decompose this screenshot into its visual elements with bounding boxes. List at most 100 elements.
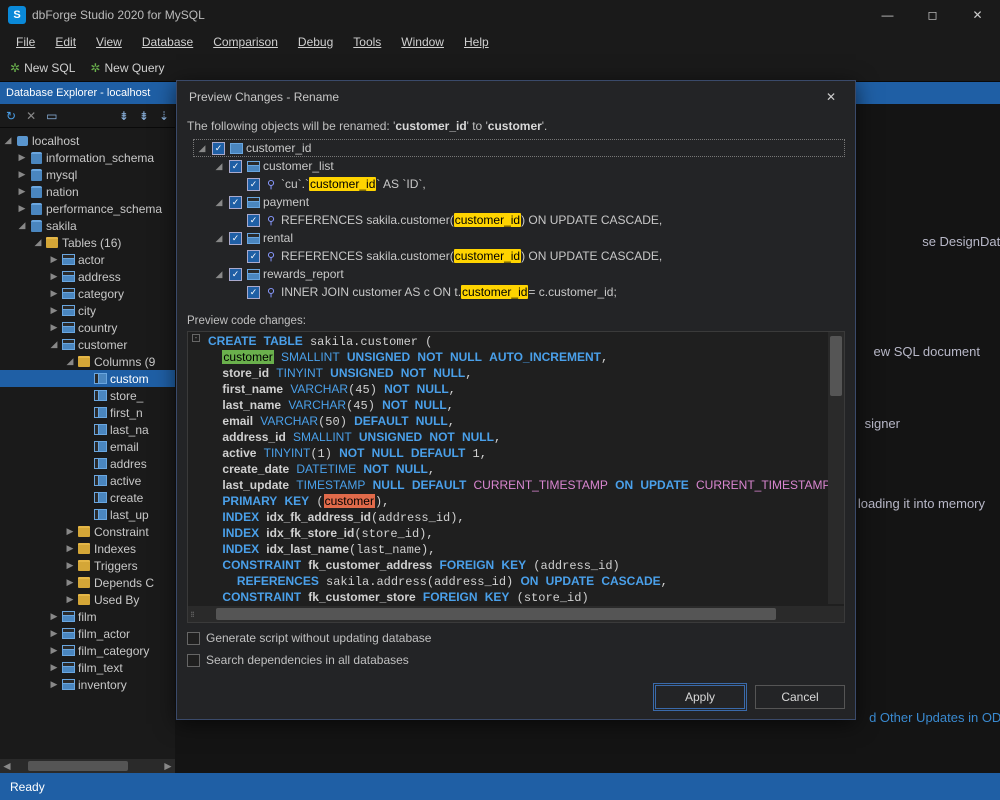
database-node[interactable]: ▶performance_schema [0,200,175,217]
filter-icon[interactable]: ⇟ [117,107,131,125]
checkbox[interactable] [212,142,225,155]
cancel-button[interactable]: Cancel [755,685,845,709]
explorer-scrollbar[interactable]: ◄► [0,759,175,773]
column-node[interactable]: store_ [0,387,175,404]
code-scrollbar-v[interactable] [828,332,844,604]
column-node[interactable]: addres [0,455,175,472]
checkbox[interactable] [247,286,260,299]
new-query-button[interactable]: ✲New Query [84,59,170,77]
checkbox[interactable] [229,196,242,209]
folder-node[interactable]: ▶Depends C [0,574,175,591]
affected-objects-tree[interactable]: ◢customer_id ◢customer_list `cu`.`custom… [187,137,845,307]
column-node[interactable]: custom [0,370,175,387]
new-sql-button[interactable]: ✲New SQL [4,59,81,77]
close-button[interactable]: ✕ [955,0,1000,30]
database-node[interactable]: ◢sakila [0,217,175,234]
column-node[interactable]: first_n [0,404,175,421]
columns-folder[interactable]: ◢Columns (9 [0,353,175,370]
server-node[interactable]: ◢localhost [0,132,175,149]
new-query-icon: ✲ [90,61,100,75]
menubar: File Edit View Database Comparison Debug… [0,30,1000,54]
status-bar: Ready [0,773,1000,800]
minimize-button[interactable]: — [865,0,910,30]
maximize-button[interactable]: ◻ [910,0,955,30]
column-node[interactable]: last_na [0,421,175,438]
bg-link[interactable]: d Other Updates in ODB [869,710,1000,725]
column-node[interactable]: last_up [0,506,175,523]
dialog-close-button[interactable]: ✕ [819,85,843,109]
object-item[interactable]: ◢payment [213,193,845,211]
menu-database[interactable]: Database [132,32,203,52]
table-icon [246,231,260,245]
table-node[interactable]: ▶film [0,608,175,625]
table-node[interactable]: ▶actor [0,251,175,268]
object-root[interactable]: ◢customer_id [193,139,845,157]
menu-debug[interactable]: Debug [288,32,343,52]
table-node[interactable]: ▶film_category [0,642,175,659]
window-icon[interactable]: ▭ [44,107,59,125]
table-node[interactable]: ▶film_actor [0,625,175,642]
folder-node[interactable]: ▶Used By [0,591,175,608]
bg-text: signer [865,416,900,431]
database-node[interactable]: ▶mysql [0,166,175,183]
column-node[interactable]: active [0,472,175,489]
folder-node[interactable]: ▶Indexes [0,540,175,557]
table-node[interactable]: ▶country [0,319,175,336]
checkbox[interactable] [247,178,260,191]
opt-search-deps[interactable]: Search dependencies in all databases [187,653,845,667]
checkbox[interactable] [247,214,260,227]
checkbox[interactable] [247,250,260,263]
tables-folder[interactable]: ◢Tables (16) [0,234,175,251]
object-detail[interactable]: INNER JOIN customer AS c ON t.customer_i… [243,283,845,301]
apply-button[interactable]: Apply [655,685,745,709]
object-detail[interactable]: REFERENCES sakila.customer(customer_id) … [243,247,845,265]
menu-view[interactable]: View [86,32,132,52]
table-node[interactable]: ▶address [0,268,175,285]
checkbox[interactable] [229,268,242,281]
checkbox[interactable] [187,654,200,667]
database-node[interactable]: ▶nation [0,183,175,200]
menu-comparison[interactable]: Comparison [203,32,288,52]
reference-icon [264,285,278,299]
object-item[interactable]: ◢customer_list [213,157,845,175]
options-icon[interactable]: ⇣ [157,107,171,125]
reference-icon [264,249,278,263]
checkbox[interactable] [229,160,242,173]
explorer-tree[interactable]: ◢localhost ▶information_schema ▶mysql ▶n… [0,128,175,697]
checkbox[interactable] [229,232,242,245]
dialog-titlebar[interactable]: Preview Changes - Rename ✕ [177,81,855,113]
dialog-message: The following objects will be renamed: '… [187,119,845,133]
menu-window[interactable]: Window [391,32,454,52]
column-node[interactable]: create [0,489,175,506]
database-explorer: ↻ ✕ ▭ ⇟ ⇟ ⇣ ◢localhost ▶information_sche… [0,104,175,773]
table-node[interactable]: ▶category [0,285,175,302]
bg-heading: se Design [922,234,980,249]
split-handle-icon[interactable]: ⁝⁝ [188,606,196,622]
opt-generate-script[interactable]: Generate script without updating databas… [187,631,845,645]
table-node[interactable]: ▶inventory [0,676,175,693]
menu-tools[interactable]: Tools [343,32,391,52]
code-scrollbar-h[interactable]: ⁝⁝ [188,606,844,622]
table-node[interactable]: ◢customer [0,336,175,353]
menu-edit[interactable]: Edit [45,32,86,52]
menu-file[interactable]: File [6,32,45,52]
object-detail[interactable]: `cu`.`customer_id` AS `ID`, [243,175,845,193]
menu-help[interactable]: Help [454,32,499,52]
database-node[interactable]: ▶information_schema [0,149,175,166]
delete-icon[interactable]: ✕ [24,107,38,125]
folder-node[interactable]: ▶Constraint [0,523,175,540]
code-preview[interactable]: - CREATE TABLE sakila.customer ( custome… [187,331,845,623]
table-node[interactable]: ▶film_text [0,659,175,676]
object-item[interactable]: ◢rental [213,229,845,247]
checkbox[interactable] [187,632,200,645]
folder-node[interactable]: ▶Triggers [0,557,175,574]
titlebar: S dbForge Studio 2020 for MySQL — ◻ ✕ [0,0,1000,30]
dialog-buttons: Apply Cancel [177,675,855,719]
object-detail[interactable]: REFERENCES sakila.customer(customer_id) … [243,211,845,229]
refresh-icon[interactable]: ↻ [4,107,18,125]
object-item[interactable]: ◢rewards_report [213,265,845,283]
column-node[interactable]: email [0,438,175,455]
pin-icon[interactable]: ⇟ [137,107,151,125]
toolbar: ✲New SQL ✲New Query [0,54,1000,82]
table-node[interactable]: ▶city [0,302,175,319]
